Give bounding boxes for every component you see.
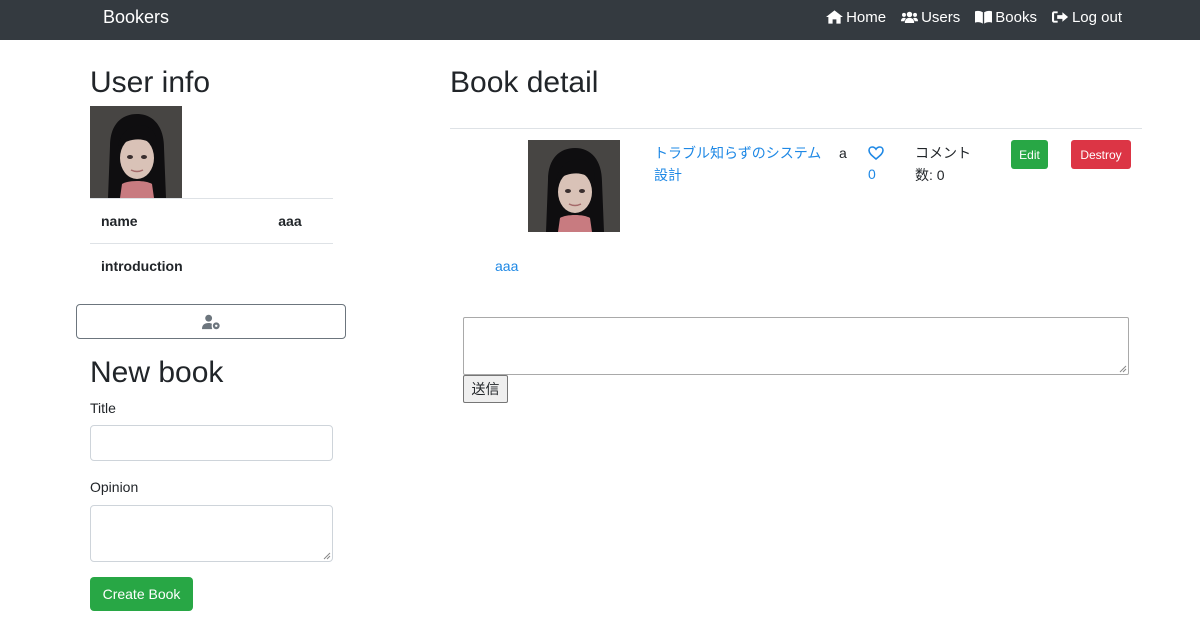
table-top-border	[450, 128, 1142, 129]
name-label: name	[90, 198, 268, 244]
comment-textarea[interactable]	[463, 317, 1129, 375]
book-detail-heading: Book detail	[450, 66, 599, 99]
edit-book-button[interactable]: Edit	[1011, 140, 1048, 169]
title-input[interactable]	[90, 425, 333, 461]
nav-home-label: Home	[846, 8, 887, 26]
opinion-label: Opinion	[90, 479, 139, 495]
new-book-heading: New book	[90, 356, 224, 389]
favorite-count: 0	[868, 166, 876, 182]
comment-submit-button[interactable]: 送信	[463, 375, 508, 403]
user-info-table: name aaa introduction	[90, 198, 333, 288]
commenter-name-link[interactable]: aaa	[495, 258, 518, 274]
resize-grip-icon	[323, 552, 331, 560]
title-label: Title	[90, 400, 116, 416]
table-row: introduction	[90, 243, 333, 288]
heart-icon	[868, 146, 884, 160]
nav-users-label: Users	[921, 8, 961, 26]
name-value: aaa	[267, 198, 333, 244]
book-title-link[interactable]: トラブル知らずのシステム設計	[654, 142, 824, 186]
brand-link[interactable]: Bookers	[103, 7, 169, 28]
edit-user-button[interactable]	[76, 304, 346, 339]
book-body: a	[839, 145, 847, 161]
home-icon	[826, 10, 844, 24]
introduction-value	[267, 243, 333, 288]
nav-books[interactable]: Books	[975, 9, 1037, 26]
nav-menu: Home Users Books Log out	[811, 0, 1122, 34]
sign-out-icon	[1051, 11, 1069, 23]
resize-grip-icon	[1119, 365, 1127, 373]
user-info-heading: User info	[90, 66, 211, 99]
navbar: Bookers Home Users Books Log out	[0, 0, 1200, 40]
nav-books-label: Books	[995, 8, 1037, 26]
favorite-button[interactable]: 0	[868, 143, 888, 185]
introduction-label: introduction	[90, 243, 268, 288]
comment-count: コメント数: 0	[915, 145, 971, 183]
nav-home[interactable]: Home	[826, 9, 886, 26]
users-icon	[901, 11, 919, 23]
table-row: name aaa	[90, 198, 333, 244]
destroy-book-button[interactable]: Destroy	[1071, 140, 1131, 169]
opinion-textarea[interactable]	[90, 505, 333, 562]
nav-users[interactable]: Users	[901, 9, 960, 26]
user-cog-icon	[201, 314, 220, 329]
create-book-button[interactable]: Create Book	[90, 577, 193, 611]
nav-logout[interactable]: Log out	[1051, 8, 1122, 26]
book-icon	[975, 10, 993, 24]
nav-logout-label: Log out	[1071, 8, 1122, 26]
book-user-avatar[interactable]	[528, 140, 620, 232]
user-avatar	[90, 106, 182, 198]
